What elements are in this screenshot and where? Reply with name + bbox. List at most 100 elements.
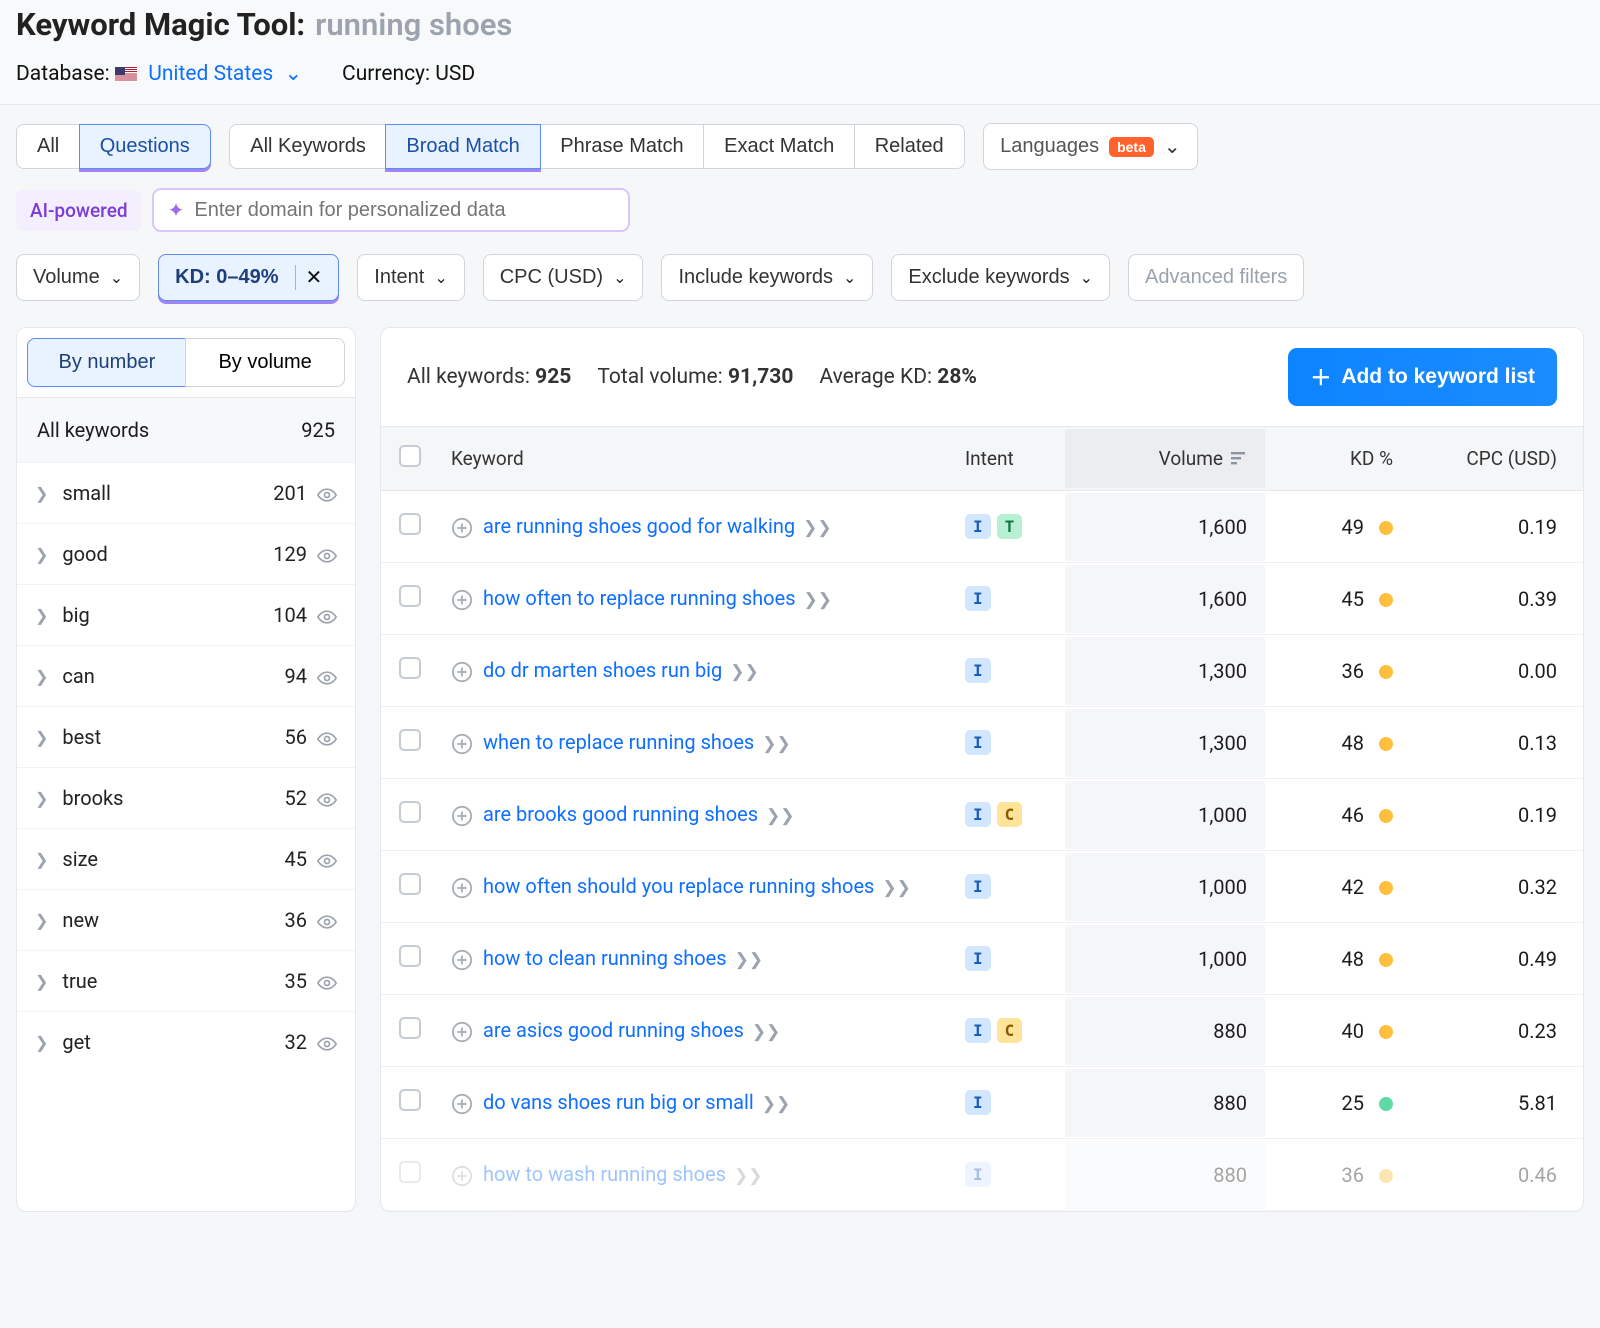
open-icon[interactable]: ❯❯ xyxy=(735,950,764,970)
row-checkbox[interactable] xyxy=(399,1161,421,1183)
row-checkbox[interactable] xyxy=(399,945,421,967)
expand-icon[interactable] xyxy=(451,1162,473,1186)
sidebar-item[interactable]: ❯brooks52 xyxy=(17,767,355,828)
expand-icon[interactable] xyxy=(451,658,473,682)
expand-icon[interactable] xyxy=(451,802,473,826)
open-icon[interactable]: ❯❯ xyxy=(752,1022,781,1042)
intent-badge: I xyxy=(965,1090,991,1115)
select-all-checkbox[interactable] xyxy=(399,445,421,467)
eye-icon[interactable] xyxy=(317,786,337,810)
row-checkbox[interactable] xyxy=(399,585,421,607)
open-icon[interactable]: ❯❯ xyxy=(766,806,795,826)
open-icon[interactable]: ❯❯ xyxy=(762,1094,791,1114)
keyword-link[interactable]: are running shoes good for walking xyxy=(483,514,795,538)
eye-icon[interactable] xyxy=(317,542,337,566)
tab-exact-match[interactable]: Exact Match xyxy=(703,124,855,169)
tab-all-keywords[interactable]: All Keywords xyxy=(229,124,387,169)
keyword-link[interactable]: how to wash running shoes xyxy=(483,1162,726,1186)
tab-all[interactable]: All xyxy=(16,124,80,169)
filter-exclude[interactable]: Exclude keywords⌄ xyxy=(891,254,1110,301)
filter-advanced[interactable]: Advanced filters xyxy=(1128,254,1304,301)
keyword-link[interactable]: how often should you replace running sho… xyxy=(483,874,874,898)
open-icon[interactable]: ❯❯ xyxy=(730,662,759,682)
db-value[interactable]: United States xyxy=(148,62,273,86)
tab-broad-match[interactable]: Broad Match xyxy=(385,124,540,169)
keyword-link[interactable]: do vans shoes run big or small xyxy=(483,1090,754,1114)
sidebar-item[interactable]: ❯get32 xyxy=(17,1011,355,1072)
sidebar-item[interactable]: ❯small201 xyxy=(17,462,355,523)
intent-badge: T xyxy=(997,514,1023,539)
sidebar-item[interactable]: ❯big104 xyxy=(17,584,355,645)
row-checkbox[interactable] xyxy=(399,729,421,751)
languages-button[interactable]: Languages beta ⌄ xyxy=(983,123,1198,170)
open-icon[interactable]: ❯❯ xyxy=(734,1166,763,1186)
ai-domain-input-wrap[interactable]: ✦ xyxy=(152,188,631,232)
sidebar-item-label: brooks xyxy=(62,786,284,810)
col-cpc[interactable]: CPC (USD) xyxy=(1405,447,1565,470)
sidebar-all-label: All keywords xyxy=(37,418,149,442)
sidebar-all-keywords[interactable]: All keywords 925 xyxy=(17,398,355,462)
intent-badge: I xyxy=(965,874,991,899)
row-checkbox[interactable] xyxy=(399,657,421,679)
eye-icon[interactable] xyxy=(317,908,337,932)
chevron-down-icon: ⌄ xyxy=(613,268,626,288)
eye-icon[interactable] xyxy=(317,1030,337,1054)
keyword-link[interactable]: do dr marten shoes run big xyxy=(483,658,722,682)
open-icon[interactable]: ❯❯ xyxy=(803,518,832,538)
sidebar-item[interactable]: ❯can94 xyxy=(17,645,355,706)
open-icon[interactable]: ❯❯ xyxy=(762,734,791,754)
keyword-link[interactable]: when to replace running shoes xyxy=(483,730,754,754)
tab-questions[interactable]: Questions xyxy=(79,124,211,169)
col-kd[interactable]: KD % xyxy=(1265,447,1405,470)
add-to-keyword-list-button[interactable]: ＋ Add to keyword list xyxy=(1288,348,1557,406)
sidebar-item[interactable]: ❯best56 xyxy=(17,706,355,767)
row-checkbox[interactable] xyxy=(399,873,421,895)
expand-icon[interactable] xyxy=(451,1018,473,1042)
filter-volume[interactable]: Volume⌄ xyxy=(16,254,140,301)
intent-cell: I xyxy=(965,1162,1065,1187)
filter-cpc[interactable]: CPC (USD)⌄ xyxy=(483,254,644,301)
eye-icon[interactable] xyxy=(317,481,337,505)
row-checkbox[interactable] xyxy=(399,1089,421,1111)
col-intent[interactable]: Intent xyxy=(965,447,1065,470)
database-selector[interactable]: Database: United States ⌄ xyxy=(16,61,302,86)
expand-icon[interactable] xyxy=(451,730,473,754)
tab-phrase-match[interactable]: Phrase Match xyxy=(539,124,704,169)
expand-icon[interactable] xyxy=(451,1090,473,1114)
eye-icon[interactable] xyxy=(317,847,337,871)
col-keyword[interactable]: Keyword xyxy=(445,447,965,470)
sidebar-list[interactable]: ❯small201❯good129❯big104❯can94❯best56❯br… xyxy=(17,462,355,1211)
tab-related[interactable]: Related xyxy=(854,124,965,169)
keyword-link[interactable]: how often to replace running shoes xyxy=(483,586,796,610)
eye-icon[interactable] xyxy=(317,725,337,749)
row-checkbox[interactable] xyxy=(399,1017,421,1039)
sort-by-number[interactable]: By number xyxy=(27,338,187,387)
sort-by-volume[interactable]: By volume xyxy=(185,338,345,387)
filter-intent[interactable]: Intent⌄ xyxy=(357,254,464,301)
sidebar-item[interactable]: ❯new36 xyxy=(17,889,355,950)
eye-icon[interactable] xyxy=(317,664,337,688)
filter-kd[interactable]: KD: 0–49%✕ xyxy=(158,254,339,301)
eye-icon[interactable] xyxy=(317,969,337,993)
expand-icon[interactable] xyxy=(451,874,473,898)
keyword-link[interactable]: how to clean running shoes xyxy=(483,946,727,970)
filter-include[interactable]: Include keywords⌄ xyxy=(661,254,873,301)
expand-icon[interactable] xyxy=(451,586,473,610)
expand-icon[interactable] xyxy=(451,946,473,970)
open-icon[interactable]: ❯❯ xyxy=(882,878,911,898)
sidebar-item[interactable]: ❯true35 xyxy=(17,950,355,1011)
kd-cell: 49 xyxy=(1265,515,1405,539)
chevron-right-icon: ❯ xyxy=(35,911,48,930)
eye-icon[interactable] xyxy=(317,603,337,627)
col-volume[interactable]: Volume xyxy=(1065,429,1265,488)
expand-icon[interactable] xyxy=(451,514,473,538)
sidebar-item[interactable]: ❯size45 xyxy=(17,828,355,889)
ai-domain-input[interactable] xyxy=(194,199,614,222)
keyword-link[interactable]: are brooks good running shoes xyxy=(483,802,758,826)
close-icon[interactable]: ✕ xyxy=(295,265,323,290)
row-checkbox[interactable] xyxy=(399,801,421,823)
keyword-link[interactable]: are asics good running shoes xyxy=(483,1018,744,1042)
open-icon[interactable]: ❯❯ xyxy=(804,590,833,610)
row-checkbox[interactable] xyxy=(399,513,421,535)
sidebar-item[interactable]: ❯good129 xyxy=(17,523,355,584)
